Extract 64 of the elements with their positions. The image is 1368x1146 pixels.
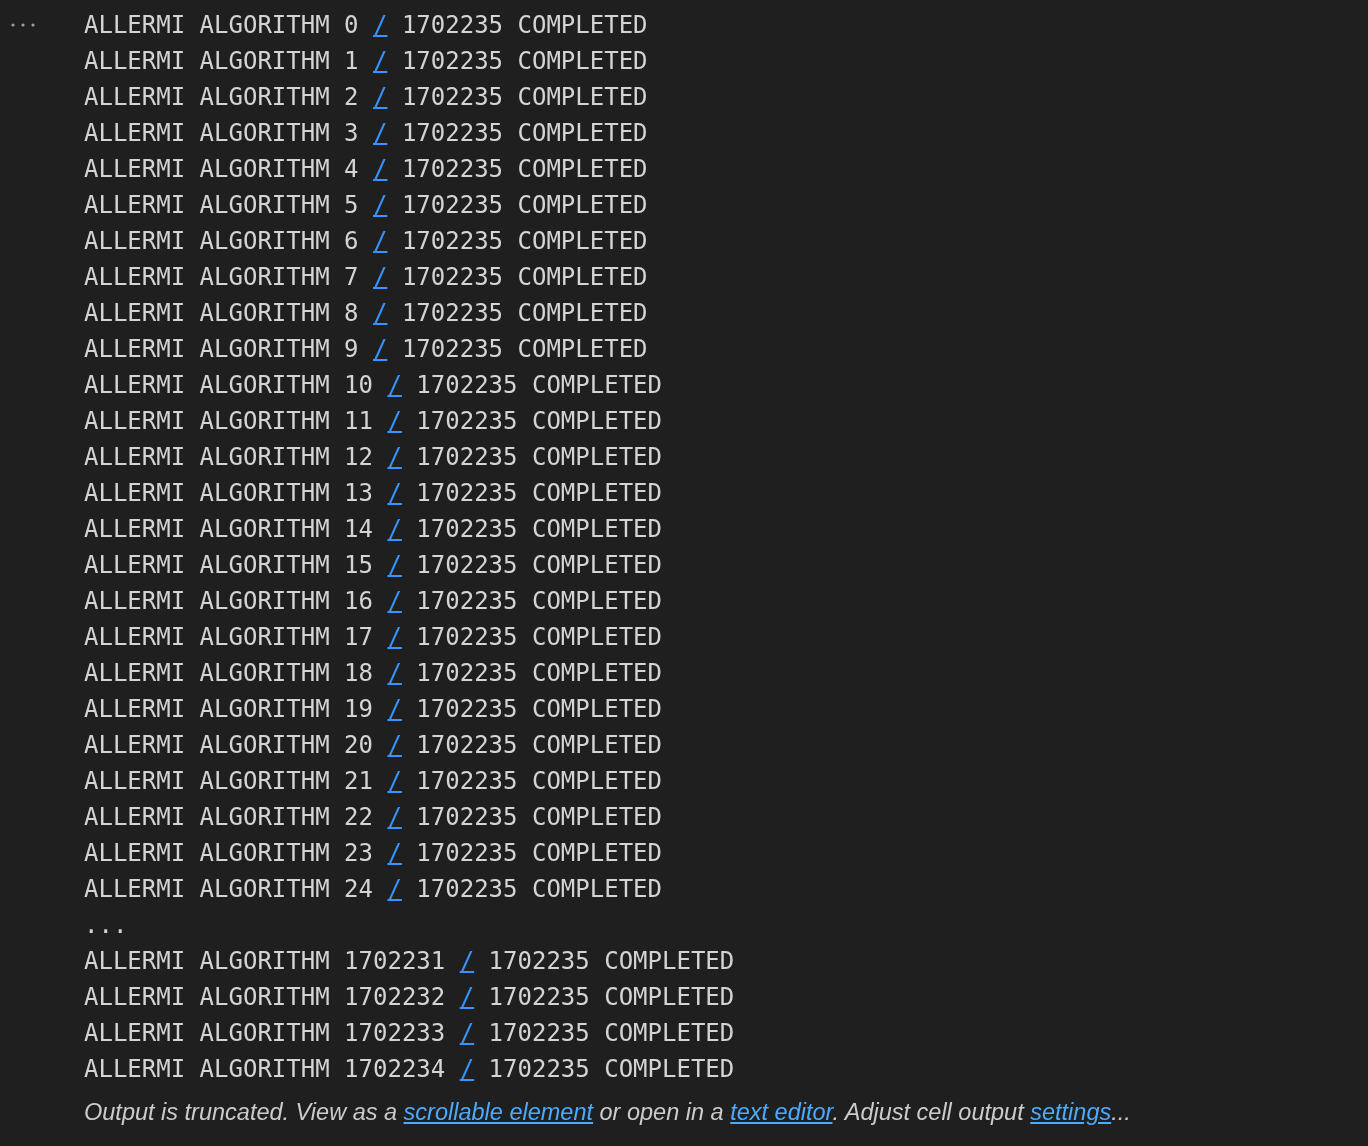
output-link[interactable]: / [387, 839, 402, 867]
output-link[interactable]: / [387, 443, 402, 471]
output-link[interactable]: / [387, 623, 402, 651]
output-line: ALLERMI ALGORITHM 2 / 1702235 COMPLETED [84, 83, 648, 111]
output-link[interactable]: / [387, 659, 402, 687]
ellipsis-line: ... [84, 911, 128, 939]
output-line: ALLERMI ALGORITHM 0 / 1702235 COMPLETED [84, 11, 648, 39]
output-link[interactable]: / [459, 1019, 475, 1047]
output-link[interactable]: / [387, 515, 402, 543]
output-line: ALLERMI ALGORITHM 1702232 / 1702235 COMPLETED [84, 983, 735, 1011]
output-line: ALLERMI ALGORITHM 14 / 1702235 COMPLETED [84, 515, 662, 543]
output-line: ALLERMI ALGORITHM 1702231 / 1702235 COMPLETED [84, 947, 735, 975]
output-link[interactable]: / [387, 587, 402, 615]
output-link[interactable]: / [387, 407, 402, 435]
output-link[interactable]: / [387, 803, 402, 831]
output-line: ALLERMI ALGORITHM 13 / 1702235 COMPLETED [84, 479, 662, 507]
output-line: ALLERMI ALGORITHM 10 / 1702235 COMPLETED [84, 371, 662, 399]
output-line: ALLERMI ALGORITHM 18 / 1702235 COMPLETED [84, 659, 662, 687]
output-link[interactable]: / [373, 335, 388, 363]
output-link[interactable]: / [387, 731, 402, 759]
output-line: ALLERMI ALGORITHM 22 / 1702235 COMPLETED [84, 803, 662, 831]
output-line: ALLERMI ALGORITHM 20 / 1702235 COMPLETED [84, 731, 662, 759]
output-line: ALLERMI ALGORITHM 1702233 / 1702235 COMPLETED [84, 1019, 735, 1047]
output-line: ALLERMI ALGORITHM 17 / 1702235 COMPLETED [84, 623, 662, 651]
output-link[interactable]: / [387, 875, 402, 903]
output-line: ALLERMI ALGORITHM 12 / 1702235 COMPLETED [84, 443, 662, 471]
output-link[interactable]: / [373, 83, 388, 111]
output-link[interactable]: / [373, 119, 388, 147]
output-line: ALLERMI ALGORITHM 23 / 1702235 COMPLETED [84, 839, 662, 867]
notice-link[interactable]: settings [1030, 1099, 1112, 1125]
output-line: ALLERMI ALGORITHM 24 / 1702235 COMPLETED [84, 875, 662, 903]
output-line: ALLERMI ALGORITHM 4 / 1702235 COMPLETED [84, 155, 648, 183]
output-link[interactable]: / [373, 11, 388, 39]
more-icon[interactable] [10, 22, 36, 28]
output-line: ALLERMI ALGORITHM 19 / 1702235 COMPLETED [84, 695, 662, 723]
output-link[interactable]: / [387, 767, 402, 795]
output-line: ALLERMI ALGORITHM 16 / 1702235 COMPLETED [84, 587, 662, 615]
output-link[interactable]: / [373, 263, 388, 291]
output-line: ALLERMI ALGORITHM 3 / 1702235 COMPLETED [84, 119, 648, 147]
output-link[interactable]: / [373, 299, 388, 327]
output-line: ALLERMI ALGORITHM 11 / 1702235 COMPLETED [84, 407, 662, 435]
output-line: ALLERMI ALGORITHM 15 / 1702235 COMPLETED [84, 551, 662, 579]
output-link[interactable]: / [459, 947, 475, 975]
output-line: ALLERMI ALGORITHM 1 / 1702235 COMPLETED [84, 47, 648, 75]
output-line: ALLERMI ALGORITHM 7 / 1702235 COMPLETED [84, 263, 648, 291]
notice-link[interactable]: text editor [730, 1099, 833, 1125]
output-link[interactable]: / [373, 155, 388, 183]
output-line: ALLERMI ALGORITHM 6 / 1702235 COMPLETED [84, 227, 648, 255]
truncation-notice: Output is truncated. View as a scrollable element or open in a text editor. Adjust cell output settings... [84, 1098, 1131, 1127]
output-link[interactable]: / [373, 227, 388, 255]
output-line: ALLERMI ALGORITHM 5 / 1702235 COMPLETED [84, 191, 648, 219]
output-line: ALLERMI ALGORITHM 1702234 / 1702235 COMPLETED [84, 1055, 735, 1083]
output-line: ALLERMI ALGORITHM 8 / 1702235 COMPLETED [84, 299, 648, 327]
output-link[interactable]: / [373, 191, 388, 219]
output-link[interactable]: / [459, 983, 475, 1011]
output-line: ALLERMI ALGORITHM 9 / 1702235 COMPLETED [84, 335, 648, 363]
output-link[interactable]: / [387, 695, 402, 723]
output-link[interactable]: / [373, 47, 388, 75]
output-link[interactable]: / [387, 551, 402, 579]
output-link[interactable]: / [387, 479, 402, 507]
output-link[interactable]: / [459, 1055, 475, 1083]
output-line: ALLERMI ALGORITHM 21 / 1702235 COMPLETED [84, 767, 662, 795]
notice-link[interactable]: scrollable element [403, 1099, 593, 1125]
output-link[interactable]: / [387, 371, 402, 399]
